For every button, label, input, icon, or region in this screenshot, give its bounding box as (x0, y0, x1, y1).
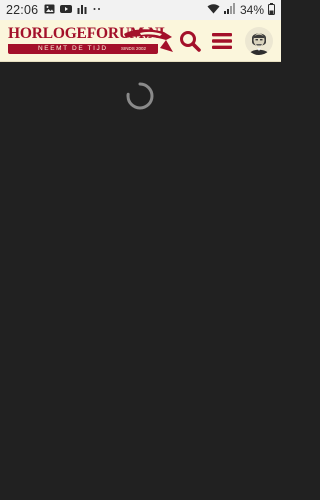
battery-percent: 34% (239, 3, 264, 17)
user-avatar[interactable] (245, 27, 273, 55)
avatar-portrait-icon (245, 27, 273, 55)
image-icon (44, 3, 55, 17)
status-time: 22:06 (6, 3, 39, 17)
logo-tagline: NEEMT DE TIJD (38, 45, 108, 52)
signal-icon (223, 3, 235, 17)
main-content (0, 63, 281, 500)
loading-spinner-icon (126, 82, 154, 110)
bar-chart-icon (77, 3, 87, 17)
wifi-icon (207, 3, 220, 17)
site-logo[interactable]: HORLOGEFORUM.NL NEEMT DE TIJD SINDS 2002 (8, 24, 173, 58)
battery-icon (268, 2, 275, 18)
notification-icons (44, 3, 102, 17)
fountain-pen-icon (124, 29, 173, 52)
youtube-icon (60, 3, 73, 17)
menu-button[interactable] (210, 29, 234, 53)
system-icons: 34% (207, 2, 275, 18)
menu-icon (212, 33, 232, 49)
more-dots-icon (92, 3, 102, 17)
search-button[interactable] (178, 29, 202, 53)
status-bar: 22:06 34% (0, 0, 281, 20)
site-header: HORLOGEFORUM.NL NEEMT DE TIJD SINDS 2002 (0, 20, 281, 62)
search-icon (180, 31, 201, 52)
